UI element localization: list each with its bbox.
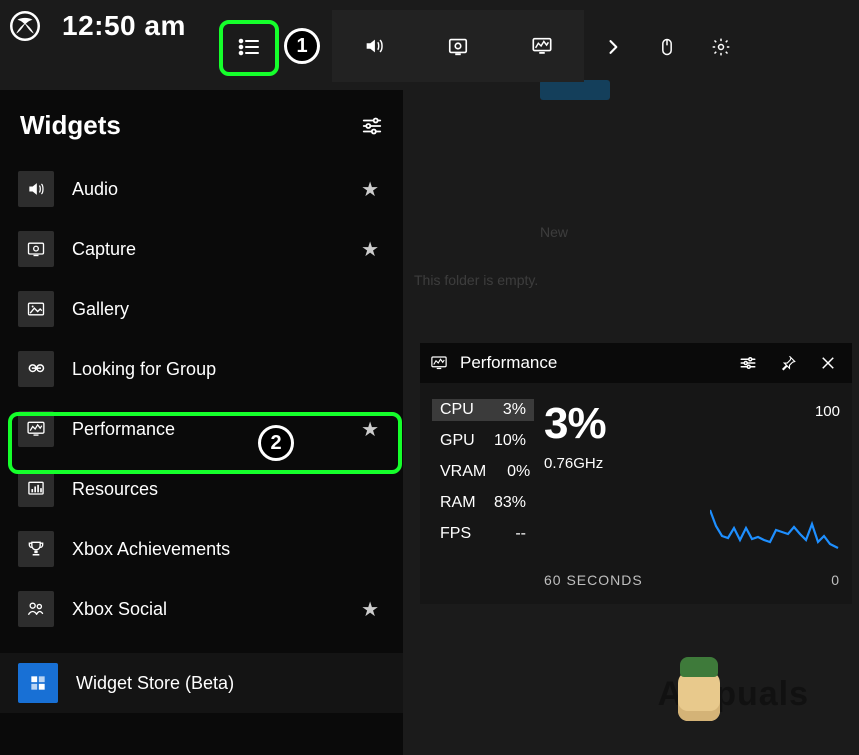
- widget-item-performance[interactable]: Performance ★: [0, 399, 403, 459]
- widget-label: Widget Store (Beta): [76, 673, 385, 694]
- perf-axis-zero: 0: [831, 572, 840, 588]
- close-button[interactable]: [814, 349, 842, 377]
- background-text: This folder is empty.: [414, 272, 538, 288]
- widget-menu-button[interactable]: [226, 24, 272, 70]
- mouse-icon[interactable]: [650, 30, 684, 64]
- perf-stat-vram[interactable]: VRAM0%: [432, 461, 534, 483]
- toolbar-center: [332, 10, 584, 82]
- star-icon[interactable]: ★: [361, 177, 379, 202]
- widgets-panel: Widgets Audio ★ Capture ★ Gallery Lookin…: [0, 90, 403, 755]
- pin-button[interactable]: [774, 349, 802, 377]
- appuals-logo: Apuals: [658, 671, 809, 721]
- widget-label: Gallery: [72, 299, 385, 320]
- settings-button[interactable]: [704, 30, 738, 64]
- performance-icon: [430, 354, 448, 372]
- perf-scale-max: 100: [815, 399, 840, 420]
- perf-stat-fps[interactable]: FPS--: [432, 523, 534, 545]
- background-text: New: [540, 224, 568, 240]
- audio-button[interactable]: [332, 10, 416, 82]
- lfg-icon: [18, 351, 54, 387]
- widget-item-social[interactable]: Xbox Social ★: [0, 579, 403, 639]
- gallery-icon: [18, 291, 54, 327]
- appuals-face-icon: [678, 671, 720, 721]
- widget-item-capture[interactable]: Capture ★: [0, 219, 403, 279]
- sliders-icon[interactable]: [361, 115, 383, 137]
- more-button[interactable]: [596, 30, 630, 64]
- widget-label: Xbox Achievements: [72, 539, 385, 560]
- performance-button[interactable]: [500, 10, 584, 82]
- clock: 12:50 am: [62, 10, 186, 42]
- perf-stat-cpu[interactable]: CPU3%: [432, 399, 534, 421]
- perf-settings-button[interactable]: [734, 349, 762, 377]
- trophy-icon: [18, 531, 54, 567]
- widget-label: Looking for Group: [72, 359, 385, 380]
- performance-icon: [18, 411, 54, 447]
- perf-sparkline: [544, 506, 840, 570]
- widget-item-lfg[interactable]: Looking for Group: [0, 339, 403, 399]
- widget-store-button[interactable]: Widget Store (Beta): [0, 653, 403, 713]
- perf-stat-gpu[interactable]: GPU10%: [432, 430, 534, 452]
- widgets-title: Widgets: [20, 110, 121, 141]
- widget-item-gallery[interactable]: Gallery: [0, 279, 403, 339]
- star-icon[interactable]: ★: [361, 237, 379, 262]
- performance-header[interactable]: Performance: [420, 343, 852, 383]
- background-button: [540, 80, 610, 100]
- widget-item-audio[interactable]: Audio ★: [0, 159, 403, 219]
- perf-stats-list: CPU3% GPU10% VRAM0% RAM83% FPS--: [432, 399, 534, 588]
- widget-item-achievements[interactable]: Xbox Achievements: [0, 519, 403, 579]
- widget-item-resources[interactable]: Resources: [0, 459, 403, 519]
- widget-label: Audio: [72, 179, 385, 200]
- widget-label: Xbox Social: [72, 599, 385, 620]
- perf-axis-label: 60 SECONDS: [544, 572, 643, 588]
- star-icon[interactable]: ★: [361, 597, 379, 622]
- perf-sub-value: 0.76GHz: [544, 455, 840, 472]
- resources-icon: [18, 471, 54, 507]
- perf-main-value: 3%: [544, 399, 606, 449]
- star-icon[interactable]: ★: [361, 417, 379, 442]
- store-icon: [18, 663, 58, 703]
- widget-label: Capture: [72, 239, 385, 260]
- perf-stat-ram[interactable]: RAM83%: [432, 492, 534, 514]
- social-icon: [18, 591, 54, 627]
- audio-icon: [18, 171, 54, 207]
- capture-icon: [18, 231, 54, 267]
- performance-widget: Performance CPU3% GPU10% VRAM0% RAM83% F…: [420, 343, 852, 604]
- widget-label: Resources: [72, 479, 385, 500]
- toolbar-right: [596, 30, 738, 64]
- xbox-logo-icon[interactable]: [10, 11, 40, 41]
- capture-button[interactable]: [416, 10, 500, 82]
- game-bar-top: 12:50 am: [10, 10, 186, 42]
- performance-title: Performance: [460, 353, 722, 373]
- widget-label: Performance: [72, 419, 385, 440]
